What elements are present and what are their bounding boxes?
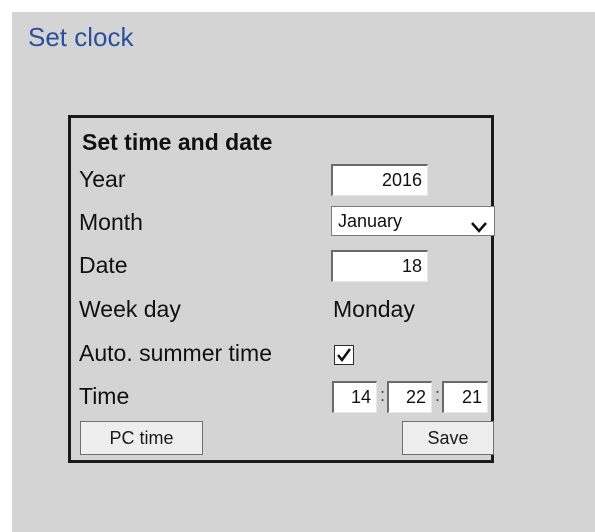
date-label: Date [79,252,128,278]
save-button[interactable]: Save [402,421,494,455]
pc-time-button[interactable]: PC time [80,421,203,455]
time-minutes-input[interactable]: 22 [387,381,432,413]
time-seconds-input[interactable]: 21 [442,381,488,413]
month-label: Month [79,209,143,235]
set-time-date-panel: Set time and date Year 2016 Month Januar… [68,115,495,463]
panel-heading: Set time and date [82,129,273,155]
date-input[interactable]: 18 [331,250,428,282]
weekday-value: Monday [333,296,415,322]
weekday-label: Week day [79,296,181,322]
month-select-value: January [338,211,403,231]
time-separator: : [435,385,441,405]
time-separator: : [380,385,386,405]
time-label: Time [79,383,130,409]
summer-time-label: Auto. summer time [79,340,272,366]
chevron-down-icon [470,214,488,233]
year-label: Year [79,166,126,192]
summer-time-checkbox[interactable] [334,345,354,365]
year-input[interactable]: 2016 [331,164,428,196]
page-panel: Set clock Set time and date Year 2016 Mo… [12,12,595,532]
page-title: Set clock [28,22,134,52]
time-hours-input[interactable]: 14 [332,381,377,413]
month-select[interactable]: January [331,206,495,236]
checkmark-icon [337,348,352,363]
